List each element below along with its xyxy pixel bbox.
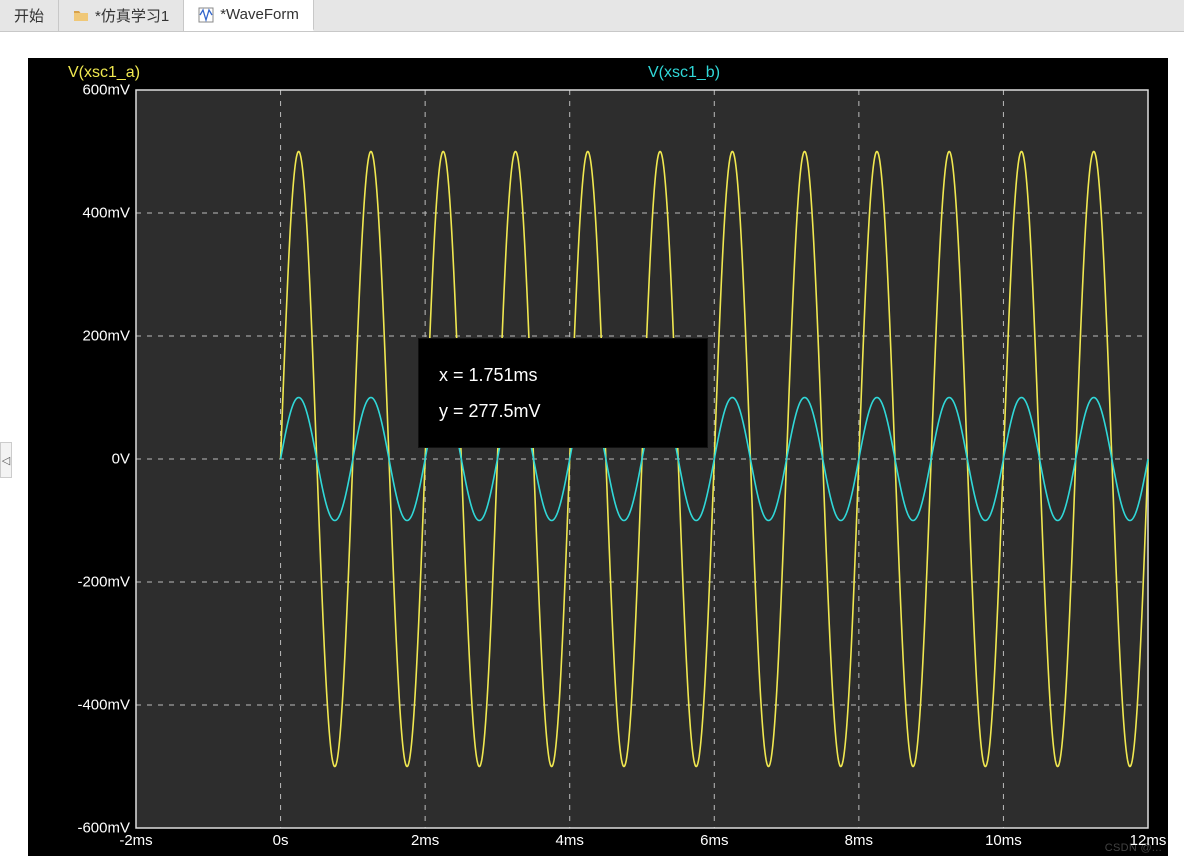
waveform-plot[interactable]: V(xsc1_a) V(xsc1_b) 600mV 400mV 200mV 0V -20… (28, 58, 1168, 856)
cursor-x-value: x = 1.751ms (439, 357, 687, 393)
folder-icon (73, 8, 89, 24)
y-tick-label: -400mV (50, 697, 130, 714)
x-tick-label: 6ms (700, 832, 728, 849)
trace-a-label[interactable]: V(xsc1_a) (68, 64, 140, 82)
y-tick-label: 400mV (50, 205, 130, 222)
tab-start-label: 开始 (14, 5, 44, 26)
waveform-icon (198, 7, 214, 23)
tab-waveform-label: *WaveForm (220, 6, 299, 23)
trace-b-label[interactable]: V(xsc1_b) (648, 64, 720, 82)
cursor-y-value: y = 277.5mV (439, 393, 687, 429)
x-tick-label: 2ms (411, 832, 439, 849)
tab-waveform[interactable]: *WaveForm (184, 0, 314, 31)
tab-start[interactable]: 开始 (0, 0, 59, 31)
x-tick-label: 4ms (556, 832, 584, 849)
cursor-tooltip: x = 1.751ms y = 277.5mV (418, 338, 708, 448)
watermark-text: CSDN @... (1105, 842, 1162, 854)
y-tick-label: 600mV (50, 82, 130, 99)
x-tick-label: 10ms (985, 832, 1022, 849)
tab-bar: 开始 *仿真学习1 *WaveForm (0, 0, 1184, 32)
y-tick-label: -200mV (50, 574, 130, 591)
x-tick-label: 0s (273, 832, 289, 849)
side-expander-handle[interactable]: ◁ (0, 442, 12, 478)
y-tick-label: 200mV (50, 328, 130, 345)
chart-svg (28, 58, 1168, 856)
y-tick-label: -600mV (50, 820, 130, 837)
waveform-viewer: ◁ V(xsc1_a) V(xsc1_b) 600mV 400mV 200mV 0V -… (0, 32, 1184, 866)
x-tick-label: 8ms (845, 832, 873, 849)
tab-simulation[interactable]: *仿真学习1 (59, 0, 184, 31)
tab-simulation-label: *仿真学习1 (95, 5, 169, 26)
y-tick-label: 0V (50, 451, 130, 468)
x-tick-label: -2ms (119, 832, 152, 849)
